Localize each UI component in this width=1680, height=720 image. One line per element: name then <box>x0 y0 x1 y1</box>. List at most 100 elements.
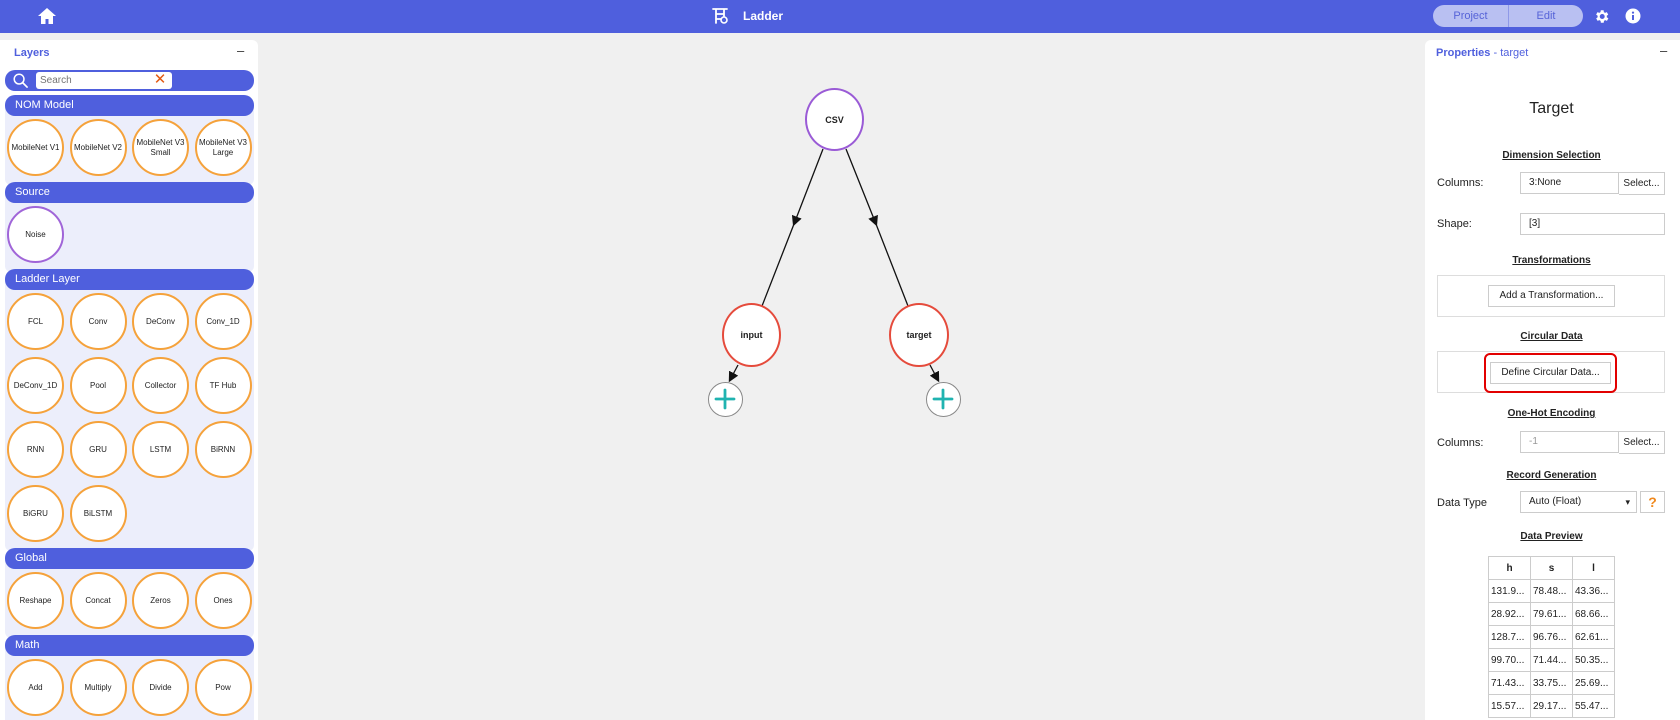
table-cell: 15.57... <box>1488 694 1531 718</box>
layer-node[interactable]: Zeros <box>132 572 189 629</box>
layer-node[interactable]: Multiply <box>69 659 127 716</box>
data-type-label: Data Type <box>1437 497 1487 509</box>
layer-node[interactable]: MobileNet V3 Large <box>194 119 252 176</box>
table-header-row: h s l <box>1488 556 1615 580</box>
column-header: h <box>1488 556 1531 580</box>
layer-node[interactable]: Divide <box>132 659 189 716</box>
table-cell: 78.48... <box>1530 579 1573 603</box>
table-cell: 71.43... <box>1488 671 1531 695</box>
layer-node[interactable]: FCL <box>7 293 64 350</box>
properties-header: Properties - target <box>1436 47 1528 59</box>
layer-node[interactable]: Concat <box>69 572 127 629</box>
layer-node[interactable]: DeConv <box>132 293 189 350</box>
ladder-logo-icon <box>712 8 728 24</box>
layer-node[interactable]: Conv <box>69 293 127 350</box>
shape-field[interactable]: [3] <box>1520 213 1665 235</box>
one-hot-select-button[interactable]: Select... <box>1619 431 1665 454</box>
help-button[interactable]: ? <box>1640 491 1665 513</box>
layers-panel: Layers – ✕ NOM Model MobileNet V1 Mobile… <box>0 40 258 720</box>
graph-canvas[interactable]: CSV input target <box>262 33 1422 720</box>
columns-field[interactable]: 3:None <box>1520 172 1619 194</box>
table-cell: 71.44... <box>1530 648 1573 672</box>
table-cell: 43.36... <box>1572 579 1615 603</box>
category-math: Math Add Multiply Divide Pow <box>5 635 254 720</box>
layer-node[interactable]: Reshape <box>7 572 64 629</box>
clear-search-icon[interactable]: ✕ <box>151 71 169 89</box>
layer-node[interactable]: Conv_1D <box>194 293 252 350</box>
node-target[interactable]: target <box>889 303 949 367</box>
layer-node[interactable]: Collector <box>132 357 189 414</box>
category-ladder-layer: Ladder Layer FCL Conv DeConv Conv_1D DeC… <box>5 269 254 551</box>
layer-node[interactable]: BiLSTM <box>69 485 127 542</box>
node-input[interactable]: input <box>722 303 781 367</box>
table-cell: 131.9... <box>1488 579 1531 603</box>
category-header[interactable]: NOM Model <box>5 95 254 116</box>
tab-project[interactable]: Project <box>1433 5 1508 27</box>
mode-tabs: Project Edit <box>1433 5 1583 27</box>
data-type-value: Auto (Float) <box>1529 496 1582 507</box>
info-icon[interactable] <box>1625 8 1641 24</box>
properties-heading: Target <box>1529 100 1574 117</box>
search-icon <box>13 73 28 88</box>
table-cell: 29.17... <box>1530 694 1573 718</box>
add-transformation-button[interactable]: Add a Transformation... <box>1488 285 1615 307</box>
table-row: 131.9... 78.48... 43.36... <box>1488 579 1615 603</box>
category-source: Source Noise <box>5 182 254 272</box>
node-csv[interactable]: CSV <box>805 88 864 151</box>
layer-node[interactable]: Noise <box>7 206 64 263</box>
app-title: Ladder <box>743 9 784 23</box>
columns-label: Columns: <box>1437 177 1484 189</box>
home-icon[interactable] <box>37 7 57 25</box>
shape-label: Shape: <box>1437 218 1472 230</box>
category-global: Global Reshape Concat Zeros Ones <box>5 548 254 638</box>
category-header[interactable]: Ladder Layer <box>5 269 254 290</box>
columns-select-button[interactable]: Select... <box>1619 172 1665 195</box>
table-row: 28.92... 79.61... 68.66... <box>1488 602 1615 626</box>
one-hot-columns-label: Columns: <box>1437 437 1484 449</box>
top-bar: Ladder Project Edit <box>0 0 1680 33</box>
layer-node[interactable]: Ones <box>194 572 252 629</box>
chevron-down-icon: ▾ <box>1625 497 1630 507</box>
section-transformations: Transformations <box>1512 255 1591 266</box>
table-row: 71.43... 33.75... 25.69... <box>1488 671 1615 695</box>
data-preview-table: h s l 131.9... 78.48... 43.36... 28.92..… <box>1488 556 1615 718</box>
add-node-plus-icon[interactable] <box>926 382 961 417</box>
table-cell: 55.47... <box>1572 694 1615 718</box>
add-node-plus-icon[interactable] <box>708 382 743 417</box>
category-header[interactable]: Global <box>5 548 254 569</box>
edge-csv-target-tail <box>875 223 909 307</box>
section-one-hot-encoding: One-Hot Encoding <box>1507 408 1596 419</box>
section-record-generation: Record Generation <box>1506 470 1597 481</box>
edge-csv-input <box>791 148 824 227</box>
layer-node[interactable]: RNN <box>7 421 64 478</box>
properties-subtitle: - target <box>1493 47 1529 59</box>
layer-node[interactable]: BiRNN <box>194 421 252 478</box>
category-header[interactable]: Source <box>5 182 254 203</box>
layer-node[interactable]: DeConv_1D <box>7 357 64 414</box>
layer-node[interactable]: BiGRU <box>7 485 64 542</box>
table-cell: 33.75... <box>1530 671 1573 695</box>
layer-node[interactable]: Add <box>7 659 64 716</box>
layers-minimize-button[interactable]: – <box>237 43 244 58</box>
layer-node[interactable]: MobileNet V3 Small <box>132 119 189 176</box>
layer-node[interactable]: Pool <box>69 357 127 414</box>
layer-search-bar: ✕ <box>5 70 254 91</box>
section-dimension-selection: Dimension Selection <box>1502 150 1601 161</box>
category-header[interactable]: Math <box>5 635 254 656</box>
highlight-outline <box>1484 353 1617 393</box>
layer-node[interactable]: MobileNet V1 <box>7 119 64 176</box>
tab-edit[interactable]: Edit <box>1508 5 1583 27</box>
gear-icon[interactable] <box>1593 8 1610 25</box>
layer-node[interactable]: GRU <box>69 421 127 478</box>
layer-node[interactable]: MobileNet V2 <box>69 119 127 176</box>
one-hot-columns-field[interactable]: -1 <box>1520 431 1619 453</box>
layer-node[interactable]: LSTM <box>132 421 189 478</box>
properties-panel: Properties - target – Target Dimension S… <box>1425 40 1680 720</box>
data-type-select[interactable]: Auto (Float) ▾ <box>1520 491 1637 513</box>
layer-node[interactable]: Pow <box>194 659 252 716</box>
layer-node[interactable]: TF Hub <box>194 357 252 414</box>
column-header: s <box>1530 556 1573 580</box>
layers-title: Layers <box>14 47 50 59</box>
properties-minimize-button[interactable]: – <box>1660 43 1667 58</box>
table-cell: 68.66... <box>1572 602 1615 626</box>
